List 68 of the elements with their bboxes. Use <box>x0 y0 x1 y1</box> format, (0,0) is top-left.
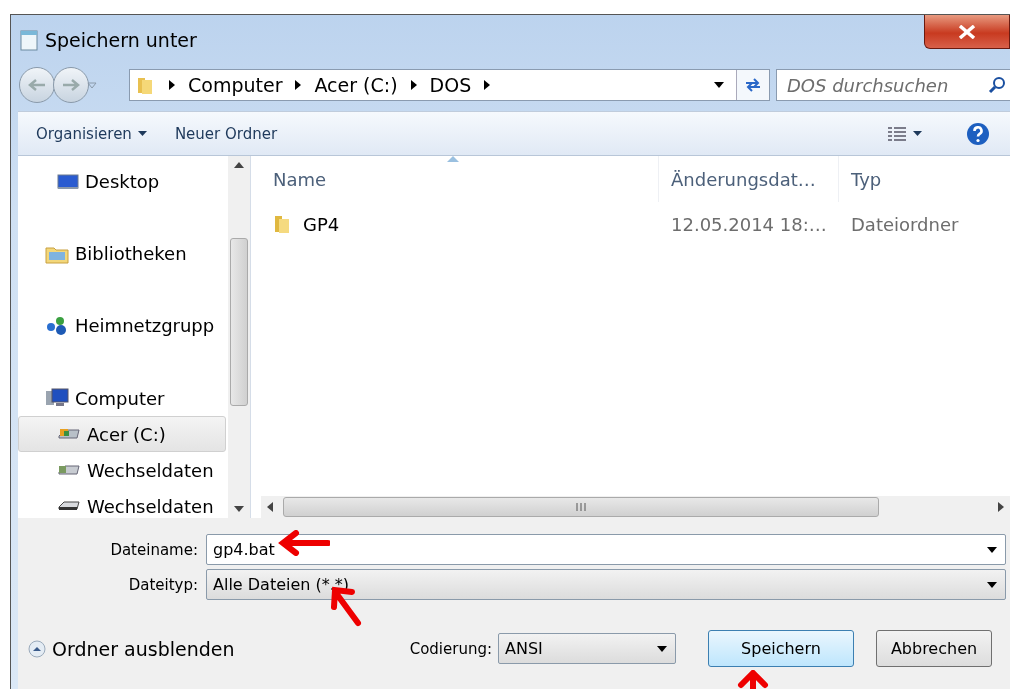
collapse-icon <box>28 639 46 658</box>
encoding-dropdown[interactable]: ANSI <box>498 633 676 664</box>
scroll-up-icon[interactable] <box>234 162 244 168</box>
dropdown-arrow-icon <box>987 546 997 553</box>
breadcrumb-item[interactable]: DOS <box>429 74 472 96</box>
field-label: Dateityp: <box>127 575 199 594</box>
chevron-icon[interactable] <box>483 80 492 90</box>
dropdown-arrow-icon <box>657 645 667 652</box>
back-arrow-icon <box>27 78 47 92</box>
chevron-icon[interactable] <box>294 80 303 90</box>
breadcrumb-item[interactable]: Computer <box>188 74 283 96</box>
hide-folders-button[interactable]: Ordner ausblenden <box>28 637 235 660</box>
search-icon <box>988 76 1006 94</box>
close-button[interactable] <box>924 15 1010 49</box>
close-icon <box>958 24 976 39</box>
dialog-button[interactable]: Speichern <box>708 630 854 667</box>
grip-icon <box>576 503 586 511</box>
dialog-button[interactable]: Abbrechen <box>876 630 992 667</box>
sidebar-item[interactable]: Heimnetzgrupp <box>18 308 226 343</box>
filename-field[interactable]: gp4.bat <box>206 534 1006 565</box>
sidebar-item[interactable]: Bibliotheken <box>18 236 226 271</box>
network-icon <box>45 315 69 336</box>
scroll-right-icon[interactable] <box>998 502 1004 512</box>
sidebar-item[interactable]: Acer (C:) <box>18 416 226 452</box>
file-type: Dateiordner <box>850 213 960 235</box>
desktop-icon <box>57 173 79 190</box>
computer-icon <box>45 388 69 408</box>
new-folder-button[interactable]: Neuer Ordner <box>170 122 282 145</box>
search-field[interactable]: DOS durchsuchen <box>776 69 1010 101</box>
column-header[interactable]: Änderungsdat… <box>659 156 839 202</box>
scrollbar-thumb[interactable] <box>283 497 879 517</box>
caret-icon <box>137 131 147 136</box>
field-label: Codierung: <box>409 639 492 658</box>
sidebar-item[interactable]: Computer <box>18 380 226 416</box>
breadcrumb-item[interactable]: Acer (C:) <box>314 74 398 96</box>
help-icon[interactable] <box>966 121 990 146</box>
scroll-down-icon[interactable] <box>234 506 244 512</box>
scrollbar-thumb[interactable] <box>230 238 248 406</box>
notepad-icon <box>19 29 39 51</box>
refresh-icon <box>744 78 762 92</box>
annotation-arrow-icon <box>278 530 330 556</box>
details-view-icon <box>887 125 907 142</box>
field-label: Dateiname: <box>109 540 199 559</box>
sidebar-item[interactable]: Desktop <box>18 164 226 199</box>
dropdown-arrow-icon[interactable] <box>714 82 724 88</box>
forward-arrow-icon <box>61 78 81 92</box>
file-row[interactable]: GP4 12.05.2014 18:… Dateiordner <box>261 202 1010 246</box>
removable-drive-icon <box>57 463 81 477</box>
dropdown-arrow-icon <box>987 581 997 588</box>
column-header[interactable]: Name <box>261 156 659 202</box>
annotation-arrow-icon <box>735 670 771 689</box>
sidebar-item[interactable]: Wechseldaten <box>18 452 226 488</box>
scroll-left-icon[interactable] <box>267 502 273 512</box>
drive-icon <box>57 426 81 442</box>
column-header[interactable]: Typ <box>839 156 1010 202</box>
window-title: Speichern unter <box>45 29 198 51</box>
vertical-scrollbar[interactable] <box>228 156 250 518</box>
modified-date: 12.05.2014 18:… <box>670 213 828 235</box>
file-name: GP4 <box>303 213 340 235</box>
removable-drive-icon <box>57 500 81 512</box>
address-bar[interactable]: Computer Acer (C:) DOS <box>129 69 770 101</box>
caret-icon <box>913 131 922 136</box>
organize-menu-button[interactable]: Organisieren <box>32 122 151 145</box>
horizontal-scrollbar[interactable] <box>261 496 1010 518</box>
chevron-icon[interactable] <box>168 80 176 90</box>
sidebar-item[interactable]: Wechseldaten <box>18 488 226 518</box>
chevron-icon[interactable] <box>409 80 418 90</box>
refresh-button[interactable] <box>736 70 769 100</box>
